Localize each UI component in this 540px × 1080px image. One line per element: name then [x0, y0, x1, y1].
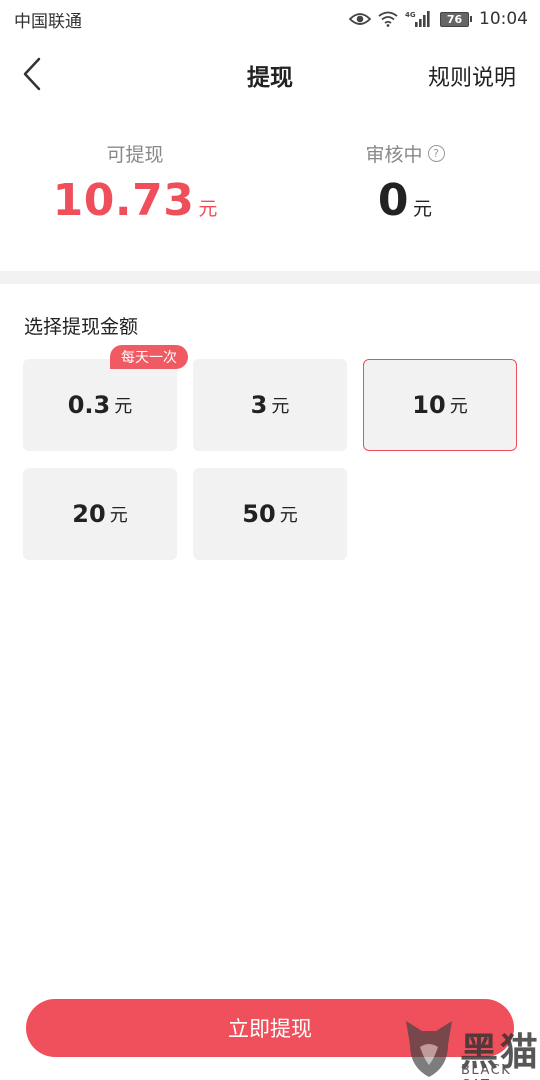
available-balance: 可提现 10.73 元: [0, 140, 270, 226]
black-cat-logo-icon: [406, 1021, 452, 1077]
status-bar: 中国联通 4G 76 10:04: [0, 0, 540, 38]
pending-unit: 元: [413, 198, 433, 220]
pending-label: 审核中 ?: [365, 140, 445, 167]
amount-option-10[interactable]: 10 元: [363, 359, 517, 451]
watermark: 黑猫 BLACK CAT: [400, 1015, 540, 1080]
available-unit: 元: [198, 198, 218, 220]
pending-value: 0: [377, 175, 410, 226]
pending-balance: 审核中 ? 0 元: [270, 140, 540, 226]
amount-option-50[interactable]: 50 元: [193, 468, 347, 560]
available-value: 10.73: [52, 175, 195, 226]
status-icons: 4G 76 10:04: [349, 9, 528, 29]
battery-icon: 76: [440, 11, 472, 27]
amount-section-title: 选择提现金额: [24, 316, 139, 338]
question-circle-icon[interactable]: ?: [427, 145, 445, 162]
battery-level: 76: [440, 11, 469, 27]
pending-amount: 0 元: [270, 175, 540, 226]
back-button[interactable]: [14, 54, 50, 94]
clock: 10:04: [479, 9, 528, 29]
carrier-name: 中国联通: [14, 11, 82, 32]
nav-bar: 提现 规则说明: [0, 38, 540, 110]
available-amount: 10.73 元: [0, 175, 270, 226]
daily-limit-badge: 每天一次: [110, 345, 188, 369]
rules-link[interactable]: 规则说明: [428, 60, 516, 92]
available-label: 可提现: [106, 144, 164, 166]
amount-option-20[interactable]: 20 元: [23, 468, 177, 560]
watermark-subtext: BLACK CAT: [461, 1063, 512, 1080]
signal-icon: 4G: [405, 10, 433, 28]
amount-option-0-3[interactable]: 0.3 元 每天一次: [23, 345, 188, 451]
balance-section: 可提现 10.73 元 审核中 ? 0 元: [0, 140, 540, 240]
network-type-label: 4G: [405, 11, 416, 19]
chevron-left-icon: [23, 57, 41, 91]
eye-icon: [349, 12, 371, 26]
wifi-icon: [378, 11, 398, 27]
section-divider: [0, 271, 540, 284]
amount-option-3[interactable]: 3 元: [193, 359, 347, 451]
